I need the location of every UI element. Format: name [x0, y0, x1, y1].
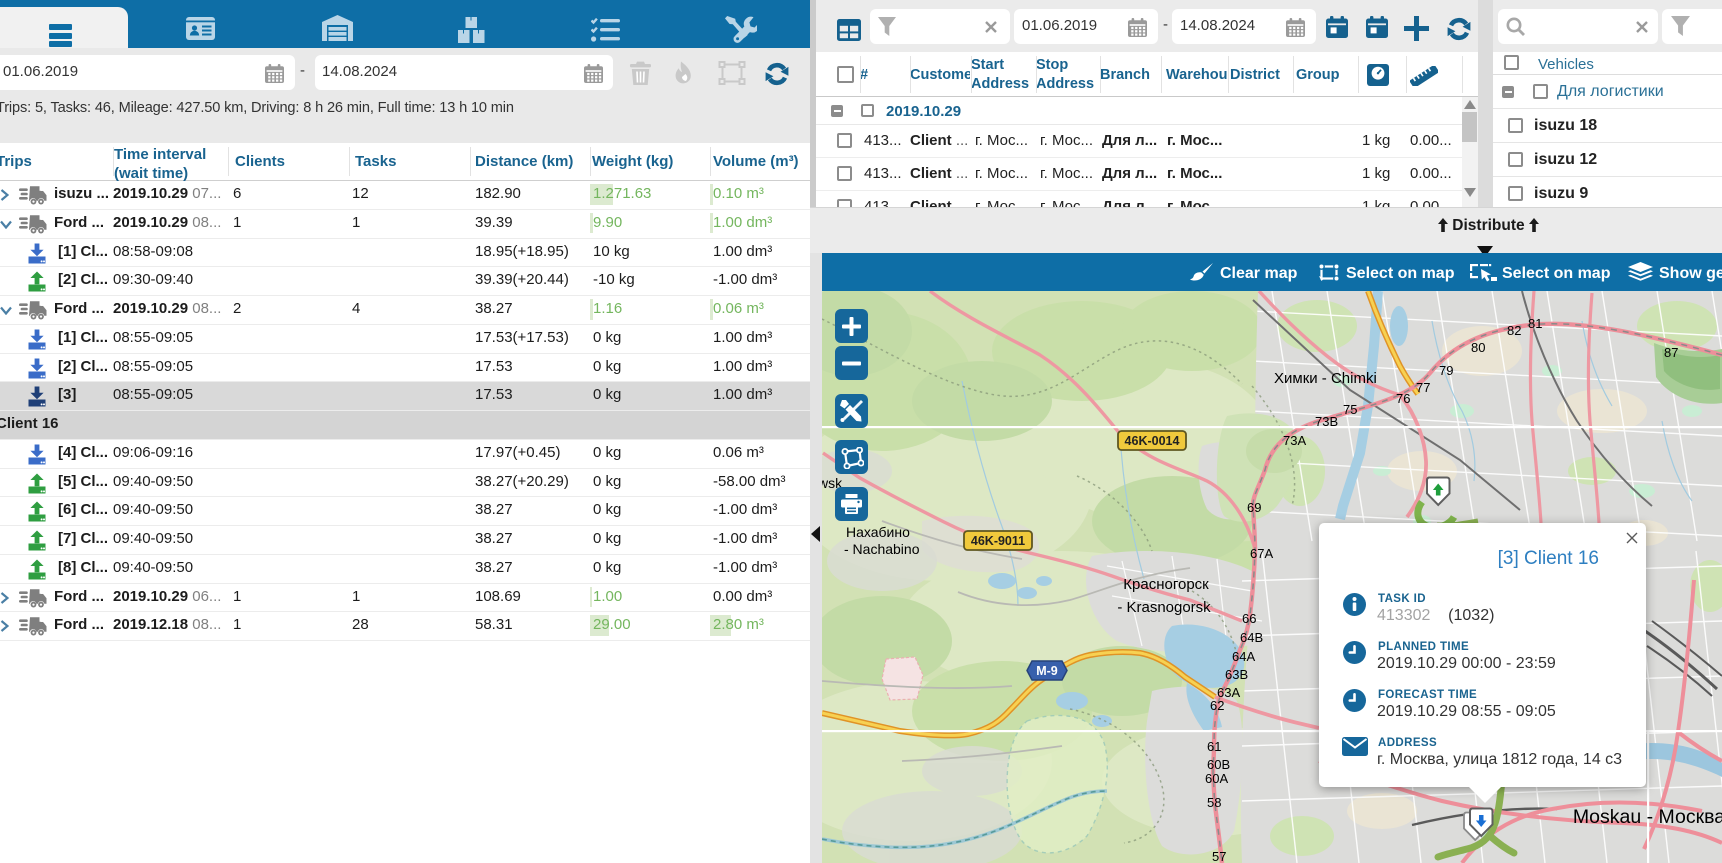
svg-text:57: 57	[1212, 849, 1226, 863]
svg-text:Moskau - Москва: Moskau - Москва	[1573, 806, 1722, 828]
svg-text:80: 80	[1471, 340, 1485, 355]
svg-text:82: 82	[1507, 323, 1521, 338]
svg-text:87: 87	[1664, 345, 1678, 360]
svg-text:73A: 73A	[1283, 433, 1306, 448]
svg-text:75: 75	[1343, 402, 1357, 417]
svg-text:46K-0014: 46K-0014	[1125, 434, 1180, 448]
svg-text:63B: 63B	[1225, 667, 1248, 682]
svg-text:61: 61	[1207, 739, 1221, 754]
svg-text:60A: 60A	[1205, 771, 1228, 786]
svg-text:Химки - Chimki: Химки - Chimki	[1274, 370, 1377, 387]
svg-text:Красногорск: Красногорск	[1123, 576, 1209, 593]
svg-text:77: 77	[1416, 380, 1430, 395]
svg-text:62: 62	[1210, 698, 1224, 713]
svg-text:60B: 60B	[1207, 757, 1230, 772]
svg-text:46K-9011: 46K-9011	[971, 534, 1025, 548]
svg-text:76: 76	[1396, 391, 1410, 406]
svg-text:M-9: M-9	[1036, 664, 1058, 678]
svg-text:79: 79	[1439, 363, 1453, 378]
svg-text:66: 66	[1242, 611, 1256, 626]
svg-text:- Krasnogorsk: - Krasnogorsk	[1117, 599, 1211, 616]
svg-text:58: 58	[1207, 795, 1221, 810]
svg-text:73B: 73B	[1315, 414, 1338, 429]
svg-text:- Nachabino: - Nachabino	[844, 541, 920, 557]
svg-text:64A: 64A	[1232, 649, 1255, 664]
svg-text:81: 81	[1528, 316, 1542, 331]
svg-text:69: 69	[1247, 500, 1261, 515]
svg-text:67A: 67A	[1250, 546, 1273, 561]
svg-text:64B: 64B	[1240, 630, 1263, 645]
svg-text:Нахабино: Нахабино	[846, 524, 910, 540]
